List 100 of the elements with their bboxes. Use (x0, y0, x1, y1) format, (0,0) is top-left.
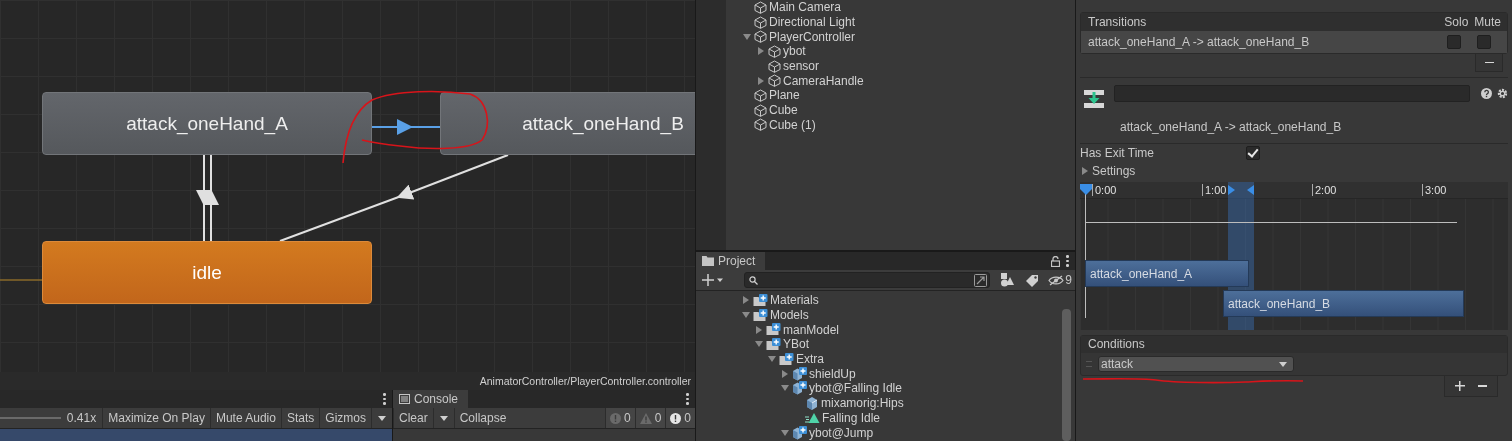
transition-title: attack_oneHand_A -> attack_oneHand_B (1120, 120, 1343, 134)
folder-icon (766, 337, 781, 351)
caret-icon (1279, 361, 1287, 367)
error-icon (670, 412, 682, 424)
mesh-icon (805, 396, 819, 411)
lock-icon[interactable] (1051, 255, 1060, 267)
triangle-icon (805, 411, 820, 424)
expand-arrow-icon[interactable] (758, 76, 764, 85)
search-field[interactable] (744, 272, 991, 288)
info-icon (609, 412, 621, 424)
tree-item[interactable]: sensor (783, 59, 820, 74)
tree-item[interactable]: Models (770, 308, 809, 323)
transition-arrow[interactable] (196, 154, 212, 242)
state-node[interactable]: attack_oneHand_B (440, 92, 695, 155)
caret-icon (378, 415, 386, 421)
tree-item[interactable]: ybot (783, 44, 806, 59)
settings-icon[interactable] (1497, 88, 1508, 99)
help-icon[interactable] (1481, 88, 1492, 99)
log-filter-button[interactable]: 0 (634, 408, 666, 428)
tick-label: 1:00 (1202, 184, 1227, 196)
tree-item[interactable]: Falling Idle (822, 410, 881, 425)
folder-icon (702, 256, 714, 266)
model-icon (792, 366, 807, 381)
transition-name: attack_oneHand_A -> attack_oneHand_B (1088, 35, 1311, 49)
checkbox[interactable] (1477, 35, 1491, 49)
model-icon (792, 381, 807, 396)
folder-icon (779, 352, 794, 366)
tree-item[interactable]: ybot@Jump (809, 425, 874, 440)
state-node[interactable]: attack_oneHand_A (42, 92, 372, 155)
field-label: Has Exit Time (1080, 146, 1155, 160)
cube-icon (754, 15, 767, 29)
transition-icon (1084, 89, 1104, 109)
path-bar: AnimatorController/PlayerController.controller (0, 372, 695, 390)
cube-icon (768, 59, 781, 73)
timeline[interactable]: 0:00 1:00 2:00 3:00 attack_oneHand_A attack_oneHand_B (1080, 182, 1508, 330)
marker-icon[interactable] (1228, 185, 1235, 195)
log-filter-button[interactable]: 0 (604, 408, 635, 428)
cube-icon (754, 103, 767, 117)
checkbox[interactable] (1246, 146, 1260, 160)
expand-arrow-icon[interactable] (758, 47, 764, 56)
cube-icon (754, 30, 767, 44)
column-header: Mute (1474, 15, 1501, 29)
caret-icon (439, 415, 448, 421)
cube-icon (754, 118, 767, 132)
tree-item[interactable]: ybot@Falling Idle (809, 381, 902, 396)
tree-item[interactable]: Cube (1) (769, 117, 816, 132)
playhead-marker-icon[interactable] (1080, 184, 1092, 195)
list-header: Conditions (1081, 336, 1507, 353)
minus-icon (1484, 61, 1494, 64)
search-icon (749, 275, 758, 285)
console-tab[interactable]: Console (393, 390, 469, 408)
tree-item[interactable]: Cube (769, 103, 798, 118)
console-icon (399, 394, 410, 404)
clip-bar[interactable]: attack_oneHand_A (1085, 260, 1249, 287)
tree-item[interactable]: Materials (770, 293, 819, 308)
scale-value: 0.41x (65, 411, 98, 425)
foldout-label[interactable]: Settings (1092, 164, 1136, 178)
clip-bar[interactable]: attack_oneHand_B (1223, 290, 1464, 317)
cube-icon (754, 0, 767, 14)
state-node[interactable]: idle (42, 241, 372, 304)
marker-icon[interactable] (1247, 185, 1254, 195)
add-icon[interactable] (702, 274, 724, 286)
model-icon (792, 425, 807, 440)
warning-icon (639, 412, 652, 424)
folder-icon (753, 308, 768, 322)
tree-item[interactable]: YBot (783, 337, 809, 352)
folder-icon (753, 293, 768, 307)
expand-arrow-icon[interactable] (743, 33, 751, 40)
tree-item[interactable]: CameraHandle (783, 73, 864, 88)
cube-icon (754, 88, 767, 102)
list-header: Transitions (1088, 15, 1148, 29)
cube-icon (768, 44, 781, 58)
tree-item[interactable]: Extra (796, 352, 824, 367)
transition-arrow[interactable] (371, 119, 441, 135)
tree-item[interactable]: manModel (783, 322, 840, 337)
expand-arrow-icon[interactable] (1082, 167, 1088, 175)
cube-icon (768, 74, 781, 88)
tree-item[interactable]: mixamorig:Hips (821, 396, 904, 411)
checkbox[interactable] (1447, 35, 1461, 49)
drag-handle-icon[interactable] (1086, 361, 1092, 367)
transition-arrow[interactable] (203, 154, 219, 242)
tree-item[interactable]: Directional Light (769, 15, 856, 30)
project-tab[interactable]: Project (696, 252, 766, 270)
transition-row[interactable]: attack_oneHand_A -> attack_oneHand_B (1081, 31, 1507, 53)
search-scope-icon[interactable] (974, 273, 988, 287)
tick-label: 2:00 (1312, 184, 1337, 196)
transition-arrow[interactable] (279, 154, 509, 242)
shapes-icon[interactable] (1000, 273, 1015, 287)
column-header: Solo (1444, 15, 1469, 29)
minus-icon (1477, 385, 1487, 387)
eye-crossed-icon (1048, 274, 1065, 286)
log-filter-button[interactable]: 0 (665, 408, 695, 428)
tree-item[interactable]: Plane (769, 88, 800, 103)
tree-item[interactable]: PlayerController (769, 29, 856, 44)
tree-item[interactable]: shieldUp (809, 366, 856, 381)
tree-item[interactable]: Main Camera (769, 0, 842, 15)
folder-icon (766, 323, 781, 337)
tag-icon[interactable] (1026, 273, 1040, 287)
parameter-dropdown[interactable]: attack (1098, 356, 1294, 372)
tick-label: 3:00 (1422, 184, 1447, 196)
